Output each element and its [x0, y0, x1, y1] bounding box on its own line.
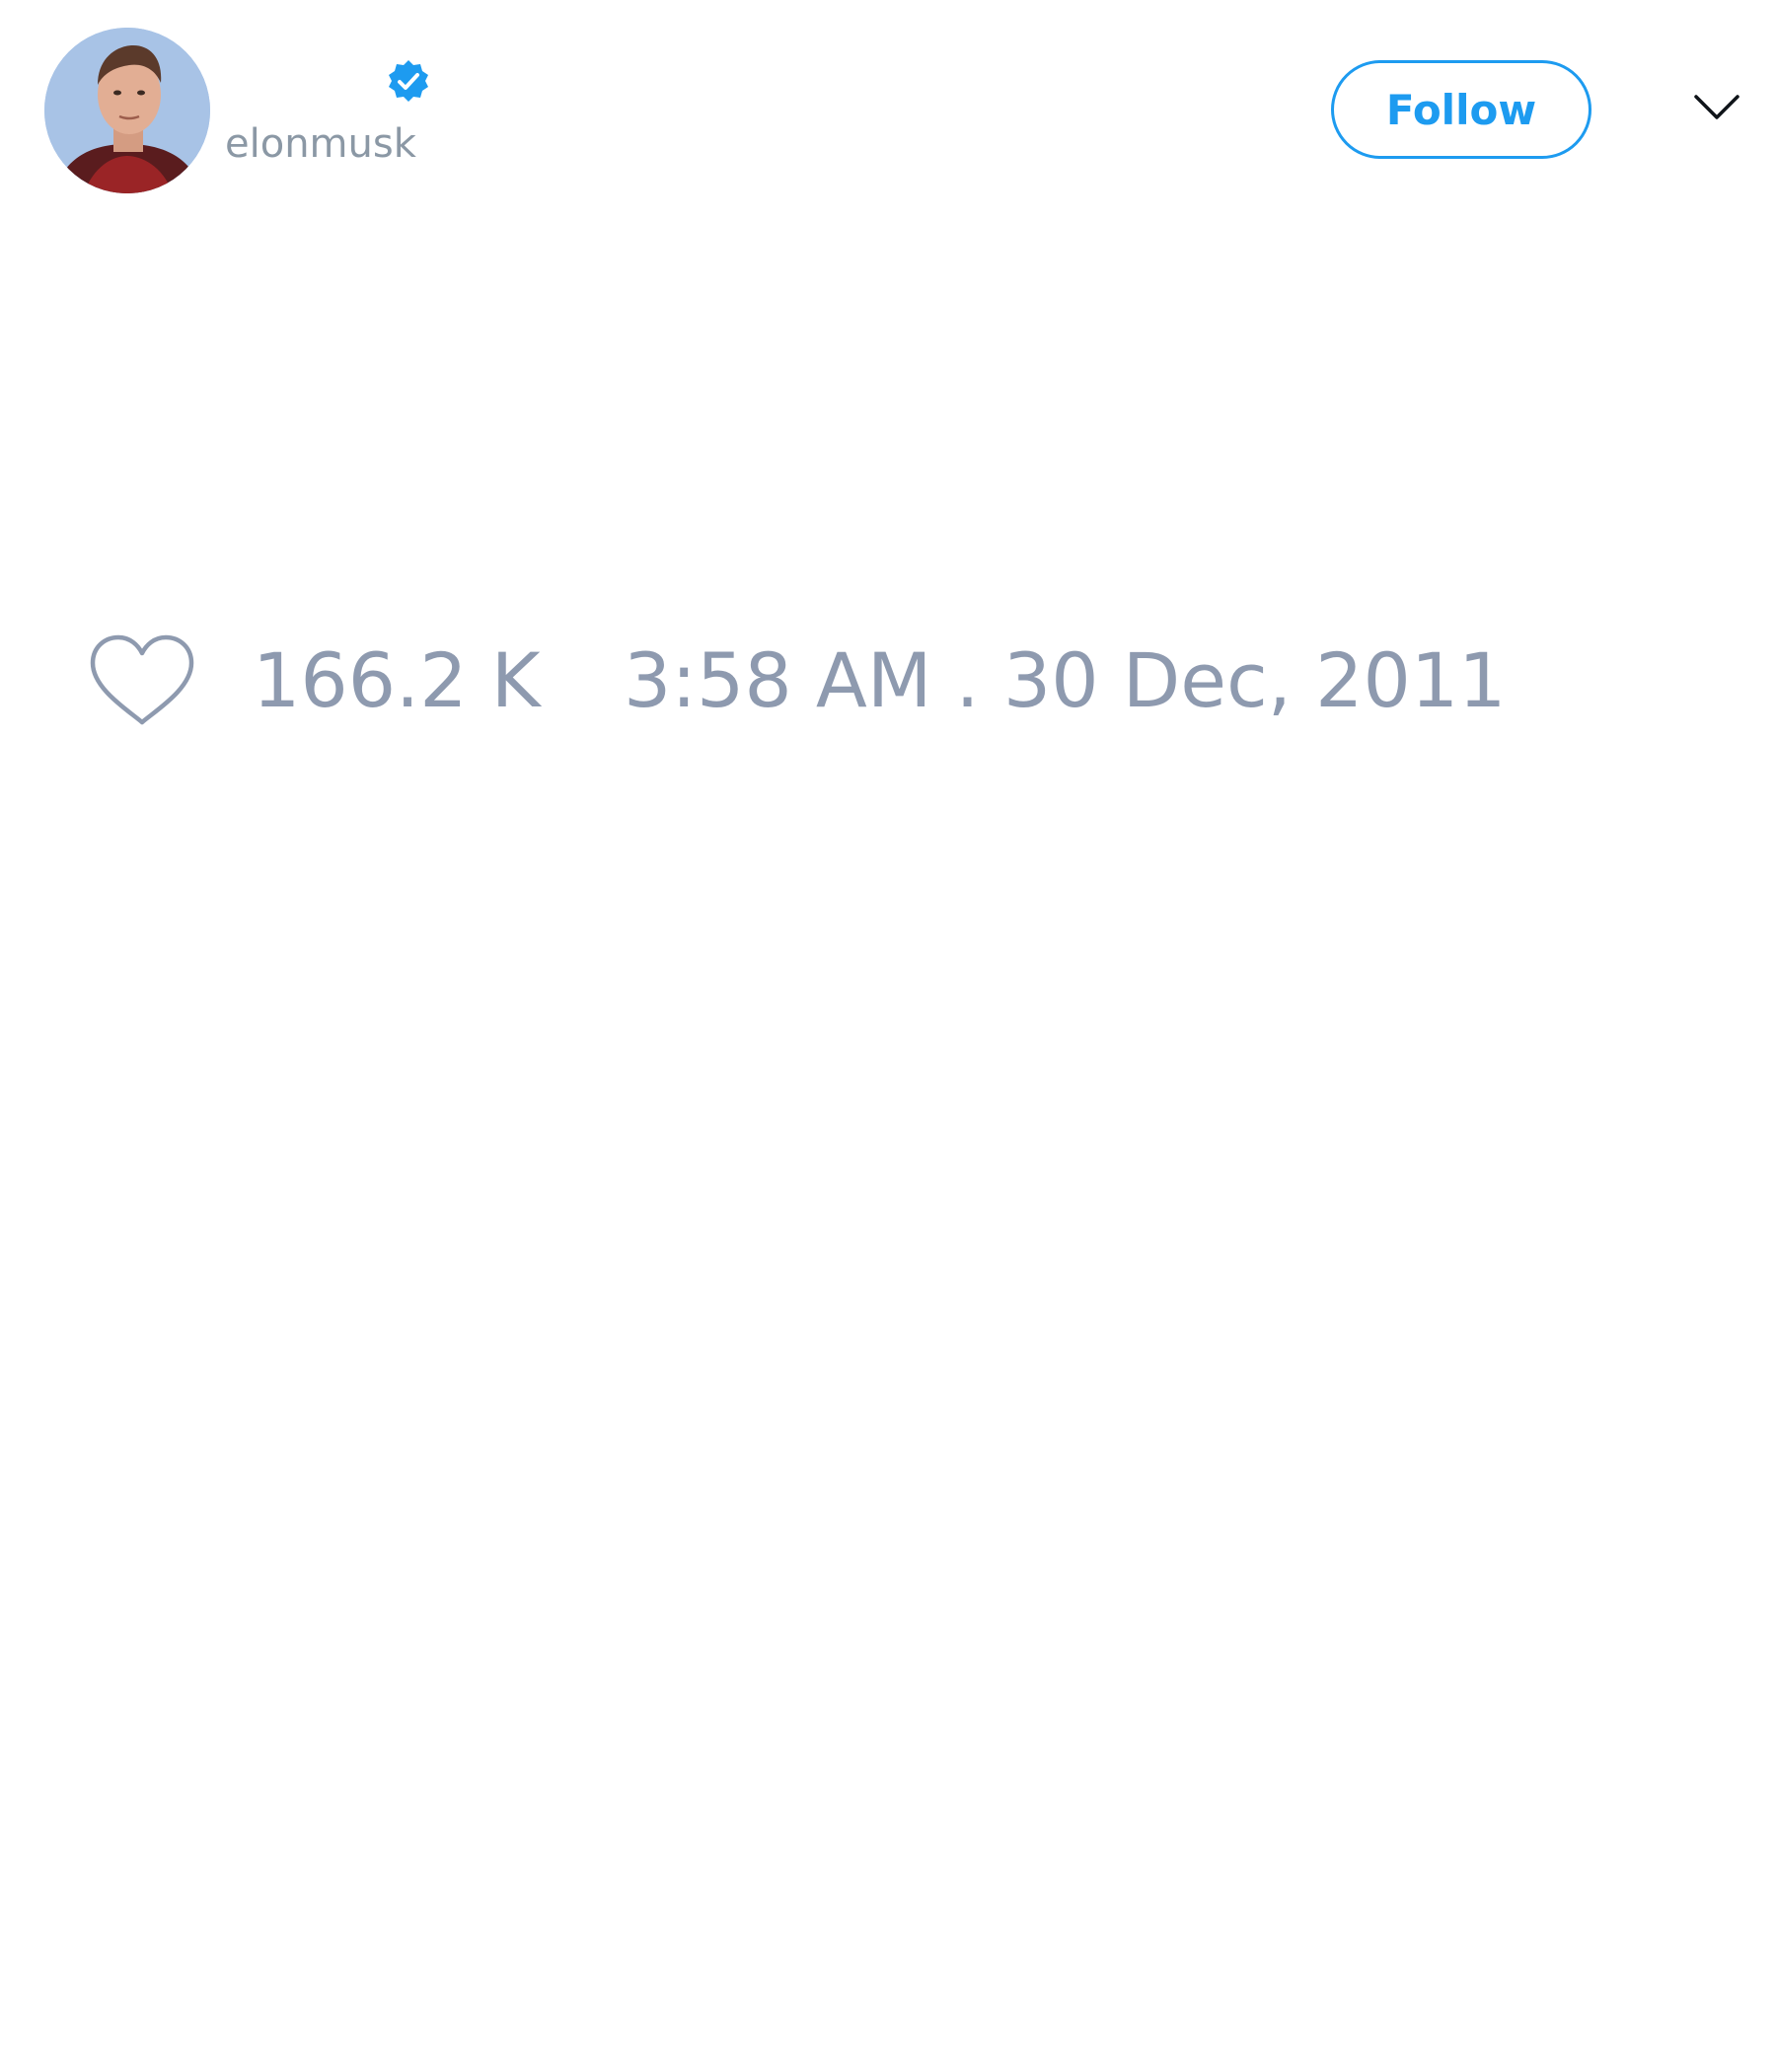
user-handle[interactable]: elonmusk: [225, 124, 416, 164]
heart-icon[interactable]: [89, 633, 195, 728]
avatar[interactable]: [44, 28, 210, 193]
tweet-timestamp[interactable]: 3:58 AM . 30 Dec, 2011: [624, 639, 1507, 722]
follow-button[interactable]: Follow: [1331, 60, 1591, 159]
chevron-down-icon[interactable]: [1693, 93, 1740, 122]
verified-badge-icon: [386, 58, 431, 104]
avatar-photo: [44, 28, 210, 193]
like-count: 166.2 K: [253, 636, 541, 724]
like-action[interactable]: [89, 631, 195, 730]
